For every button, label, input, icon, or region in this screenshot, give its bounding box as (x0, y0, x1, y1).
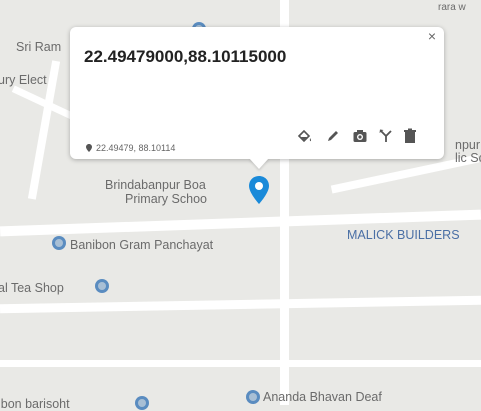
poi-icon[interactable] (52, 236, 66, 250)
poi-icon[interactable] (246, 390, 260, 404)
label-top-right: rara w (438, 2, 466, 13)
pin-icon (86, 144, 92, 152)
label-malick-builders: MALICK BUILDERS (347, 228, 460, 242)
road (0, 295, 481, 314)
location-marker-icon[interactable] (248, 175, 270, 205)
road (0, 360, 481, 367)
label-school-2: Primary Schoo (125, 192, 207, 206)
label-sri-ram: Sri Ram (16, 40, 62, 54)
poi-icon[interactable] (95, 279, 109, 293)
label-panchayat: Banibon Gram Panchayat (70, 238, 214, 252)
close-icon[interactable]: × (428, 28, 436, 44)
popup-tail (249, 158, 269, 169)
label-school-1: Brindabanpur Boa (105, 178, 206, 192)
camera-icon[interactable] (351, 127, 369, 145)
popup-title: 22.49479000,88.10115000 (84, 47, 287, 66)
location-popup: 22.49479000,88.10115000 × 22.49479, 88.1… (70, 27, 444, 159)
trash-icon[interactable] (401, 127, 419, 145)
poi-icon[interactable] (135, 396, 149, 410)
pencil-icon[interactable] (324, 127, 342, 145)
popup-coordinates-text: 22.49479, 88.10114 (96, 143, 176, 153)
route-icon[interactable] (377, 127, 395, 145)
popup-coordinates: 22.49479, 88.10114 (86, 143, 175, 153)
paint-bucket-icon[interactable] (296, 127, 314, 145)
label-right-edge-2: lic Sc (455, 151, 481, 165)
label-ananda: Ananda Bhavan Deaf (263, 390, 382, 404)
label-bottom-left: ibon barisoht (0, 397, 70, 411)
label-ury-elect: ury Elect (0, 73, 47, 87)
label-tea-shop: al Tea Shop (0, 281, 64, 295)
